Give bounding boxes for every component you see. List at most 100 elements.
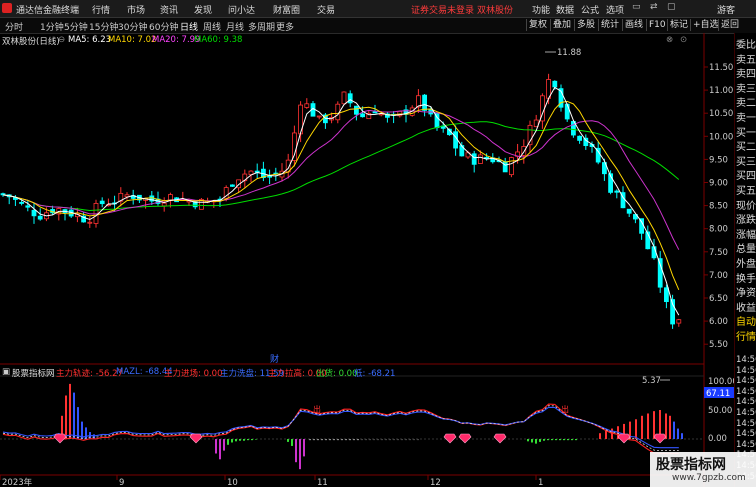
- time-tick: 14:50: [736, 418, 756, 429]
- period-60min[interactable]: 60分钟: [149, 20, 178, 33]
- candle-body: [471, 153, 477, 165]
- broker-name[interactable]: 双林股份: [477, 3, 513, 16]
- overlay-button[interactable]: 叠加: [550, 19, 573, 31]
- period-weekly[interactable]: 周线: [203, 20, 221, 33]
- finance-marker[interactable]: 财: [270, 353, 279, 365]
- time-tick: 14:50: [736, 355, 756, 365]
- candle-body: [583, 137, 589, 147]
- quote-row-label: 买三: [736, 156, 756, 168]
- period-monthly[interactable]: 月线: [226, 20, 244, 33]
- menu-data[interactable]: 数据: [556, 3, 574, 16]
- back-button[interactable]: 返回: [718, 19, 741, 31]
- candle-body: [316, 115, 322, 118]
- mark-button[interactable]: 标记: [667, 19, 690, 31]
- minimize-icon[interactable]: ▭: [632, 2, 641, 12]
- menu-bar: 通达信金融终端 行情 市场 资讯 发现 问小达 财富圈 交易 证券交易未登录 双…: [0, 0, 756, 18]
- window-icon[interactable]: ▢: [667, 2, 676, 12]
- candle-body: [291, 132, 297, 161]
- indicator-name[interactable]: 股票指标网: [12, 367, 55, 379]
- menu-market[interactable]: 市场: [127, 3, 145, 16]
- out-signal: 出: [313, 404, 321, 414]
- candle-body: [229, 184, 235, 187]
- menu-trade[interactable]: 交易: [317, 3, 335, 16]
- ma20-line: [2, 109, 680, 250]
- price-label: 7.00: [709, 271, 728, 281]
- candle-body: [161, 202, 167, 207]
- low-indicator-value: 低: -68.21: [354, 369, 396, 379]
- menu-wealth[interactable]: 财富圈: [273, 3, 300, 16]
- indicator-menu-icon[interactable]: ▣: [2, 367, 10, 377]
- candle-body: [360, 113, 366, 118]
- add-watch-button[interactable]: +自选: [690, 19, 721, 31]
- time-tick: 14:50: [736, 429, 756, 440]
- candle-body: [353, 105, 359, 115]
- multi-stock-button[interactable]: 多股: [574, 19, 597, 31]
- candle-body: [267, 175, 273, 178]
- stats-button[interactable]: 统计: [598, 19, 621, 31]
- date-label: 11: [317, 478, 328, 487]
- quote-row-label: 卖三: [736, 83, 756, 95]
- ind-axis-100: 100.00: [708, 377, 734, 387]
- draw-button[interactable]: 画线: [622, 19, 645, 31]
- time-tick: 14:50: [736, 408, 756, 418]
- candle-body: [372, 111, 378, 114]
- menu-function[interactable]: 功能: [532, 3, 550, 16]
- f10-button[interactable]: F10: [646, 19, 668, 31]
- period-15min[interactable]: 15分钟: [89, 20, 118, 33]
- ma60-line: [2, 121, 680, 212]
- quote-row-label: 卖四: [736, 69, 756, 81]
- candle-body: [422, 94, 428, 111]
- menu-formula[interactable]: 公式: [581, 3, 599, 16]
- app-title: 通达信金融终端: [16, 6, 80, 16]
- main-track-value: 主力轨迹: -56.27: [56, 369, 123, 379]
- period-30min[interactable]: 30分钟: [118, 20, 147, 33]
- quote-row-label: 总量: [736, 244, 756, 256]
- candle-body: [577, 135, 582, 141]
- menu-quotes[interactable]: 行情: [92, 3, 110, 16]
- diamond-signal-icon: [617, 433, 631, 444]
- price-label: 11.00: [709, 86, 733, 96]
- quote-row-label: 买一: [736, 127, 756, 139]
- candle-body: [657, 258, 663, 288]
- guest-label[interactable]: 游客: [717, 3, 735, 16]
- ind-axis-0: 0.00: [708, 434, 727, 444]
- period-minute[interactable]: 分时: [5, 20, 23, 33]
- diamond-signal-icon: [653, 433, 667, 444]
- ind-value: 67.11: [706, 389, 730, 399]
- high-value: 11.88: [557, 48, 581, 58]
- period-daily[interactable]: 日线: [180, 20, 198, 33]
- quote-row-label: 委比: [736, 40, 756, 51]
- switch-icon[interactable]: ⇄: [650, 2, 658, 12]
- diamond-signal-icon: [189, 433, 203, 444]
- candle-body: [99, 200, 105, 205]
- period-5min[interactable]: 5分钟: [64, 20, 88, 33]
- app-logo-icon: [2, 3, 12, 13]
- quote-row-label: 买四: [736, 171, 756, 183]
- period-more[interactable]: 更多: [276, 20, 294, 33]
- candle-body: [87, 221, 93, 224]
- candle-body: [37, 215, 43, 220]
- time-tick: 14:50: [736, 439, 756, 450]
- candle-body: [484, 156, 490, 159]
- price-axis-ticks: 11.50 11.00 10.50 10.00 9.50 9.00 8.50 8.00 7.50…: [704, 63, 733, 350]
- candle-body: [508, 157, 514, 176]
- kline-chart[interactable]: 11.5011.0010.5010.009.509.008.508.007.50…: [0, 33, 734, 487]
- date-label: 12: [430, 478, 441, 487]
- period-multi[interactable]: 多周期: [248, 20, 275, 33]
- adjust-button[interactable]: 复权: [526, 19, 549, 31]
- candle-body: [552, 80, 558, 88]
- price-label: 9.00: [709, 179, 728, 189]
- time-tick: 14:50: [736, 376, 756, 387]
- menu-options[interactable]: 选项: [606, 3, 624, 16]
- menu-discover[interactable]: 发现: [194, 3, 212, 16]
- main-track-line: [2, 403, 679, 455]
- watermark-url: www.7gpzb.com: [672, 473, 746, 483]
- date-label: 10: [227, 478, 238, 487]
- login-status[interactable]: 证券交易未登录: [411, 3, 474, 16]
- menu-news[interactable]: 资讯: [160, 3, 178, 16]
- quote-row-label: 买五: [736, 186, 756, 197]
- menu-ask[interactable]: 问小达: [228, 3, 255, 16]
- period-1min[interactable]: 1分钟: [40, 20, 64, 33]
- price-label: 6.00: [709, 317, 728, 327]
- period-toolbar: 分时 1分钟 5分钟 15分钟 30分钟 60分钟 日线 周线 月线 多周期 更…: [0, 18, 756, 34]
